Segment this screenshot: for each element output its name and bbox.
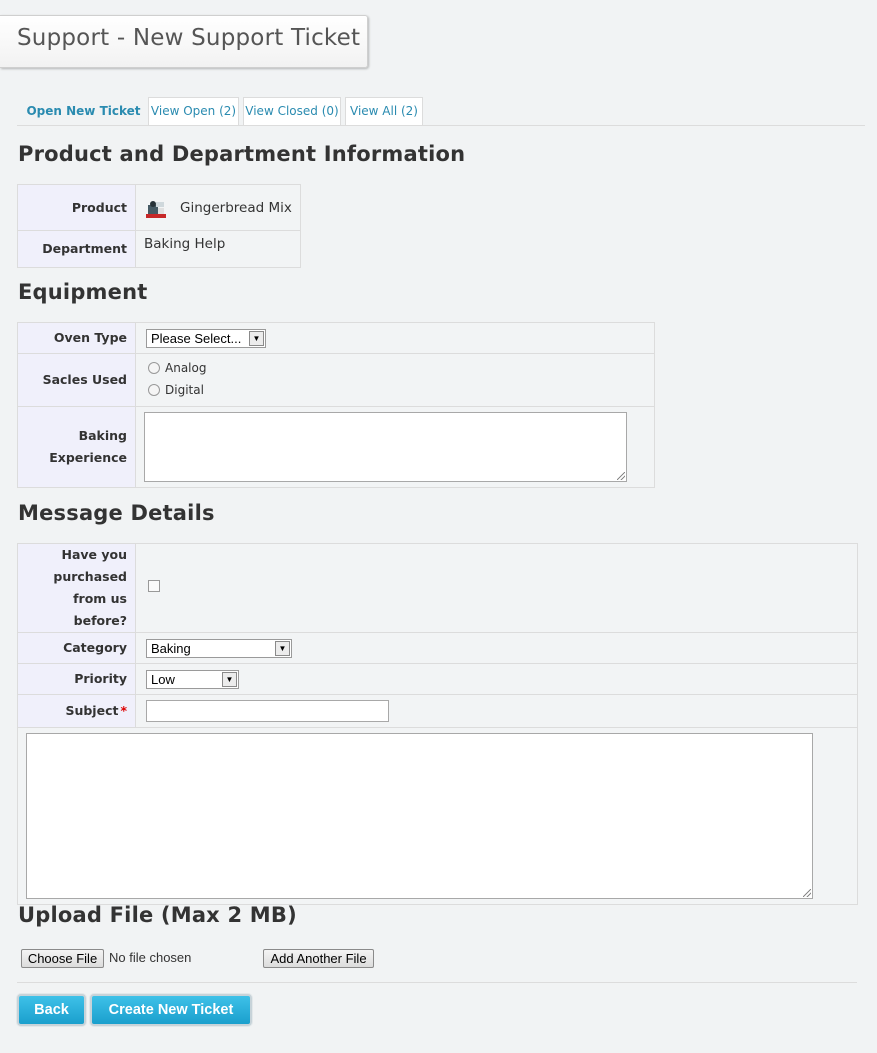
category-selected: Baking bbox=[151, 640, 191, 656]
create-new-ticket-button[interactable]: Create New Ticket bbox=[90, 994, 252, 1026]
subject-input[interactable] bbox=[146, 700, 389, 722]
message-textarea[interactable] bbox=[26, 733, 813, 899]
tab-open-new-ticket[interactable]: Open New Ticket bbox=[21, 97, 146, 125]
baking-experience-textarea[interactable] bbox=[144, 412, 627, 482]
message-body-cell bbox=[17, 727, 858, 905]
upload-heading: Upload File (Max 2 MB) bbox=[18, 903, 297, 927]
category-select[interactable]: Baking ▼ bbox=[146, 638, 292, 658]
actions-divider bbox=[17, 982, 857, 983]
radio-digital-label: Digital bbox=[165, 383, 204, 397]
priority-label: Priority bbox=[17, 663, 136, 695]
resize-grip-icon[interactable] bbox=[803, 889, 811, 897]
chevron-down-icon: ▼ bbox=[249, 330, 264, 346]
scales-option-analog[interactable]: Analog bbox=[144, 357, 654, 379]
subject-label-cell: Subject * bbox=[17, 694, 136, 728]
department-label: Department bbox=[17, 230, 136, 268]
equipment-table: Oven Type Please Select... ▼ Sacles Used… bbox=[17, 322, 655, 488]
oven-type-selected: Please Select... bbox=[151, 330, 242, 346]
baking-experience-cell bbox=[135, 406, 655, 488]
scales-used-label: Sacles Used bbox=[17, 353, 136, 407]
category-label: Category bbox=[17, 632, 136, 664]
radio-digital[interactable] bbox=[148, 384, 160, 396]
oven-type-cell: Please Select... ▼ bbox=[135, 322, 655, 354]
category-cell: Baking ▼ bbox=[135, 632, 858, 664]
department-value: Baking Help bbox=[135, 230, 301, 268]
message-table: Have you purchased from us before? Categ… bbox=[17, 543, 858, 905]
purchased-before-cell bbox=[135, 543, 858, 633]
chevron-down-icon: ▼ bbox=[275, 640, 290, 656]
purchased-before-label: Have you purchased from us before? bbox=[17, 543, 136, 633]
resize-grip-icon[interactable] bbox=[617, 472, 625, 480]
required-mark: * bbox=[120, 703, 127, 718]
choose-file-button[interactable]: Choose File bbox=[21, 949, 104, 968]
equipment-heading: Equipment bbox=[18, 280, 148, 304]
add-another-file-button[interactable]: Add Another File bbox=[263, 949, 374, 968]
oven-type-select[interactable]: Please Select... ▼ bbox=[146, 328, 266, 348]
oven-type-label: Oven Type bbox=[17, 322, 136, 354]
scales-used-cell: Analog Digital bbox=[135, 353, 655, 407]
tabs-divider bbox=[17, 125, 865, 126]
purchased-before-checkbox[interactable] bbox=[148, 580, 160, 592]
priority-selected: Low bbox=[151, 671, 175, 687]
subject-cell bbox=[135, 694, 858, 728]
product-section-heading: Product and Department Information bbox=[18, 142, 466, 166]
radio-analog[interactable] bbox=[148, 362, 160, 374]
tab-view-open[interactable]: View Open (2) bbox=[148, 97, 239, 125]
message-details-heading: Message Details bbox=[18, 501, 215, 525]
no-file-chosen-text: No file chosen bbox=[109, 950, 192, 965]
tab-view-closed[interactable]: View Closed (0) bbox=[243, 97, 341, 125]
product-table: Product Gingerbread Mix Department Bakin… bbox=[17, 184, 301, 268]
baking-experience-label: Baking Experience bbox=[17, 406, 136, 488]
scales-option-digital[interactable]: Digital bbox=[144, 379, 654, 401]
product-label: Product bbox=[17, 184, 136, 231]
product-value-cell: Gingerbread Mix bbox=[135, 184, 301, 231]
chevron-down-icon: ▼ bbox=[222, 671, 237, 687]
product-value: Gingerbread Mix bbox=[180, 199, 292, 216]
radio-analog-label: Analog bbox=[165, 361, 207, 375]
back-button[interactable]: Back bbox=[17, 994, 86, 1026]
priority-cell: Low ▼ bbox=[135, 663, 858, 695]
tab-view-all[interactable]: View All (2) bbox=[345, 97, 423, 125]
priority-select[interactable]: Low ▼ bbox=[146, 669, 239, 689]
subject-label: Subject bbox=[65, 703, 119, 718]
mixer-icon bbox=[144, 196, 168, 220]
page-title: Support - New Support Ticket bbox=[0, 15, 368, 68]
